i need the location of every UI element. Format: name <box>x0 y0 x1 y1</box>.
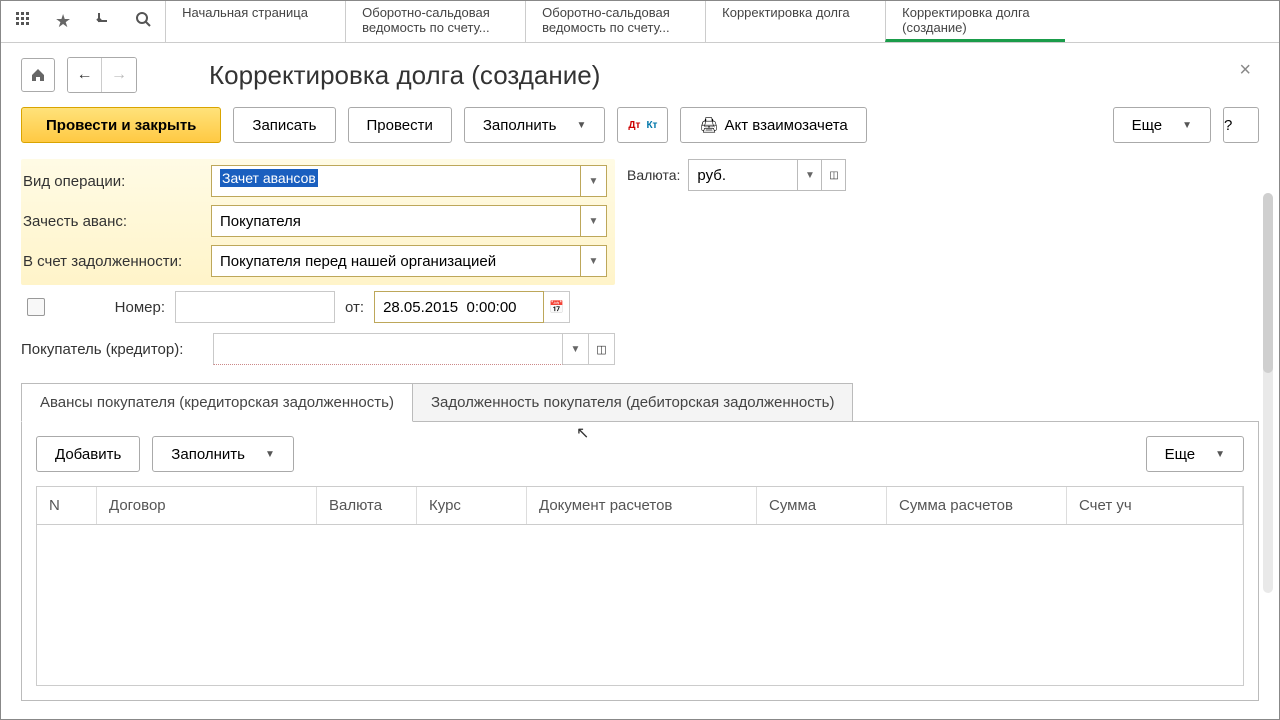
forward-button[interactable]: → <box>102 58 136 92</box>
close-icon[interactable]: × <box>1239 59 1251 82</box>
back-button[interactable]: ← <box>68 58 102 92</box>
col-n[interactable]: N <box>37 487 97 524</box>
against-debt-label: В счет задолженности: <box>21 253 201 270</box>
tab-debt-adj-create[interactable]: Корректировка долга(создание) <box>885 1 1065 42</box>
nav-history: ← → <box>67 57 137 93</box>
post-button[interactable]: Провести <box>348 107 452 143</box>
col-rate[interactable]: Курс <box>417 487 527 524</box>
history-icon[interactable] <box>95 11 111 32</box>
col-contract[interactable]: Договор <box>97 487 317 524</box>
buyer-combo[interactable]: ▼ ◫ <box>213 333 615 365</box>
from-label: от: <box>345 299 364 316</box>
date-input[interactable] <box>374 291 544 323</box>
fill-button[interactable]: Заполнить <box>464 107 606 143</box>
buyer-input[interactable] <box>213 333 563 365</box>
currency-combo[interactable]: ▼ ◫ <box>688 159 846 191</box>
more-button[interactable]: Еще <box>1113 107 1211 143</box>
currency-input[interactable] <box>688 159 798 191</box>
write-button[interactable]: Записать <box>233 107 335 143</box>
window-tabs: Начальная страница Оборотно-сальдоваявед… <box>165 1 1279 42</box>
op-type-combo[interactable]: Зачет авансов ▼ <box>211 165 607 197</box>
col-account[interactable]: Счет уч <box>1067 487 1243 524</box>
currency-label: Валюта: <box>627 167 680 183</box>
highlighted-fields: Вид операции: Зачет авансов ▼ Зачесть ав… <box>21 159 615 285</box>
data-grid[interactable]: N Договор Валюта Курс Документ расчетов … <box>36 486 1244 686</box>
star-icon[interactable]: ★ <box>55 11 71 32</box>
chevron-down-icon[interactable]: ▼ <box>581 165 607 197</box>
calendar-icon[interactable]: 📅 <box>544 291 570 323</box>
tab-advances[interactable]: Авансы покупателя (кредиторская задолжен… <box>21 383 413 422</box>
col-currency[interactable]: Валюта <box>317 487 417 524</box>
tab-receivables[interactable]: Задолженность покупателя (дебиторская за… <box>413 383 853 422</box>
col-settlement-doc[interactable]: Документ расчетов <box>527 487 757 524</box>
printer-icon: 🖨 <box>699 116 718 134</box>
page-title: Корректировка долга (создание) <box>209 60 600 91</box>
apps-icon[interactable] <box>15 11 31 32</box>
advance-input[interactable] <box>211 205 581 237</box>
buyer-label: Покупатель (кредитор): <box>21 341 203 358</box>
home-button[interactable] <box>21 58 55 92</box>
chevron-down-icon[interactable]: ▼ <box>581 245 607 277</box>
dt-kt-button[interactable]: ДтКт <box>617 107 668 143</box>
chevron-down-icon[interactable]: ▼ <box>798 159 822 191</box>
chevron-down-icon[interactable]: ▼ <box>581 205 607 237</box>
col-sum-settlement[interactable]: Сумма расчетов <box>887 487 1067 524</box>
help-button[interactable]: ? <box>1223 107 1259 143</box>
doc-tabs: Авансы покупателя (кредиторская задолжен… <box>21 383 1259 422</box>
number-label: Номер: <box>55 299 165 316</box>
scrollbar[interactable] <box>1263 193 1273 593</box>
col-sum[interactable]: Сумма <box>757 487 887 524</box>
against-debt-combo[interactable]: ▼ <box>211 245 607 277</box>
tab-content: Добавить Заполнить Еще N Договор Валюта … <box>21 421 1259 701</box>
against-debt-input[interactable] <box>211 245 581 277</box>
advance-combo[interactable]: ▼ <box>211 205 607 237</box>
main-toolbar: Провести и закрыть Записать Провести Зап… <box>21 107 1259 143</box>
date-field[interactable]: 📅 <box>374 291 570 323</box>
act-offset-button[interactable]: 🖨Акт взаимозачета <box>680 107 866 143</box>
op-type-label: Вид операции: <box>21 173 201 190</box>
open-icon[interactable]: ◫ <box>589 333 615 365</box>
tab-debt-adj[interactable]: Корректировка долга <box>705 1 885 42</box>
tab-home[interactable]: Начальная страница <box>165 1 345 42</box>
grid-header: N Договор Валюта Курс Документ расчетов … <box>37 487 1243 525</box>
topbar: ★ Начальная страница Оборотно-сальдоваяв… <box>1 1 1279 43</box>
tab-osv-2[interactable]: Оборотно-сальдоваяведомость по счету... <box>525 1 705 42</box>
post-and-close-button[interactable]: Провести и закрыть <box>21 107 221 143</box>
open-icon[interactable]: ◫ <box>822 159 846 191</box>
posted-checkbox[interactable] <box>27 298 45 316</box>
search-icon[interactable] <box>135 11 151 32</box>
number-input[interactable] <box>175 291 335 323</box>
tab-osv-1[interactable]: Оборотно-сальдоваяведомость по счету... <box>345 1 525 42</box>
advance-label: Зачесть аванс: <box>21 213 201 230</box>
add-row-button[interactable]: Добавить <box>36 436 140 472</box>
chevron-down-icon[interactable]: ▼ <box>563 333 589 365</box>
op-type-input[interactable]: Зачет авансов <box>211 165 581 197</box>
rows-more-button[interactable]: Еще <box>1146 436 1244 472</box>
fill-rows-button[interactable]: Заполнить <box>152 436 294 472</box>
